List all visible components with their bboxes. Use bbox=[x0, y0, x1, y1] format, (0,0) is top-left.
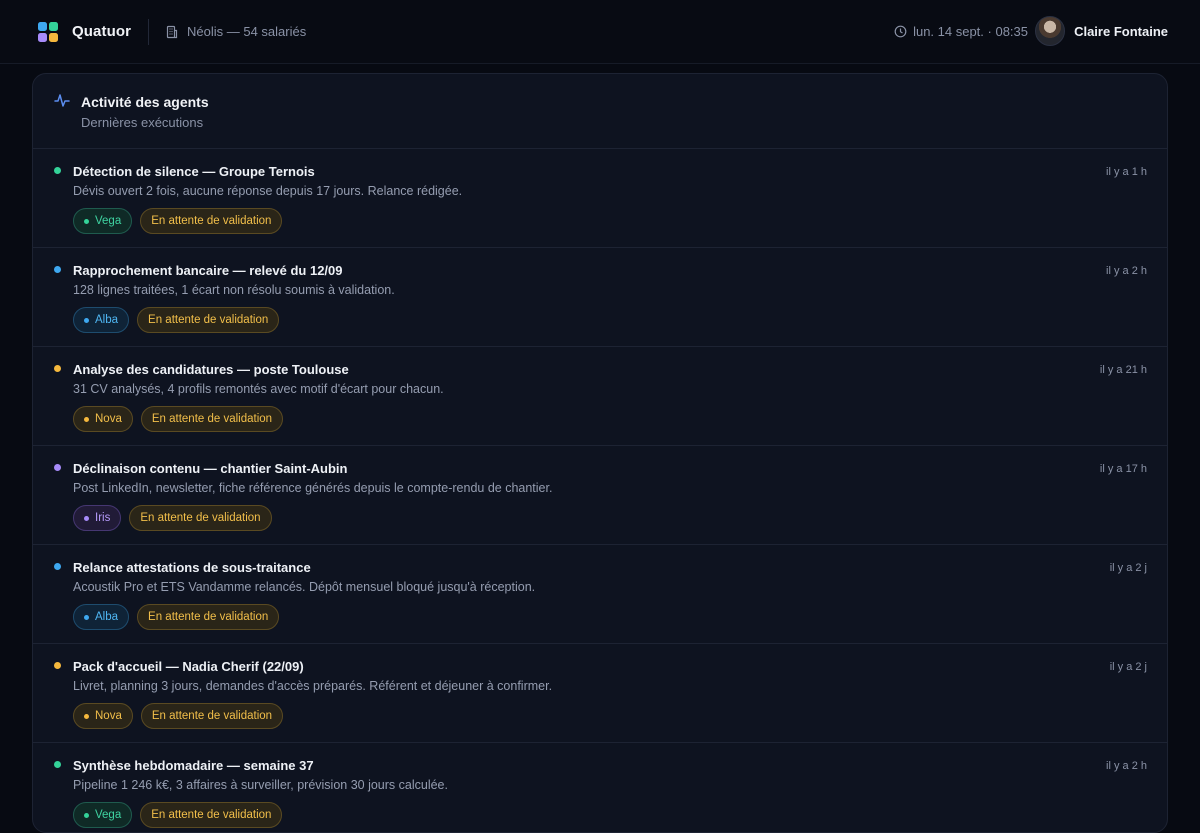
user-name: Claire Fontaine bbox=[1074, 23, 1168, 39]
status-badge-label: En attente de validation bbox=[151, 710, 273, 722]
activity-time: il y a 2 j bbox=[1109, 562, 1147, 574]
activity-row[interactable]: Synthèse hebdomadaire — semaine 37 Pipel… bbox=[33, 743, 1167, 832]
status-badge-label: En attente de validation bbox=[148, 611, 269, 623]
company-label: Néolis — 54 salariés bbox=[187, 24, 307, 39]
agent-color-dot bbox=[54, 167, 61, 174]
panel-title: Activité des agents bbox=[81, 94, 209, 110]
clock-icon bbox=[894, 25, 907, 38]
activity-description: Dévis ouvert 2 fois, aucune réponse depu… bbox=[73, 184, 463, 198]
brand-name[interactable]: Quatuor bbox=[72, 23, 131, 40]
activity-time: il y a 17 h bbox=[1099, 463, 1147, 475]
activity-row[interactable]: Détection de silence — Groupe Ternois Dé… bbox=[33, 149, 1167, 248]
agent-color-dot bbox=[54, 464, 61, 471]
datetime-label: lun. 14 sept. · 08:35 bbox=[913, 24, 1028, 39]
activity-title[interactable]: Pack d'accueil — Nadia Cherif (22/09) bbox=[73, 659, 304, 674]
activity-description: Livret, planning 3 jours, demandes d'acc… bbox=[73, 679, 553, 693]
activity-title[interactable]: Rapprochement bancaire — relevé du 12/09 bbox=[73, 263, 343, 278]
agent-badge-dot bbox=[84, 515, 89, 521]
agent-badge-dot bbox=[84, 218, 89, 224]
activity-tags: Iris En attente de validation bbox=[73, 505, 272, 531]
activity-time: il y a 2 j bbox=[1109, 661, 1147, 673]
activity-time: il y a 21 h bbox=[1099, 364, 1147, 376]
status-badge[interactable]: En attente de validation bbox=[140, 406, 284, 432]
agent-badge-dot bbox=[84, 614, 89, 620]
agent-color-dot bbox=[54, 761, 61, 768]
company-selector[interactable]: Néolis — 54 salariés bbox=[165, 24, 306, 39]
activity-tags: Vega En attente de validation bbox=[73, 208, 283, 234]
status-badge-label: En attente de validation bbox=[151, 413, 273, 425]
activity-title[interactable]: Relance attestations de sous-traitance bbox=[73, 560, 311, 575]
agent-activity-panel: Activité des agents Dernières exécutions… bbox=[32, 73, 1168, 833]
activity-description: Post LinkedIn, newsletter, fiche référen… bbox=[73, 481, 553, 495]
agent-badge-dot bbox=[84, 713, 89, 719]
activity-row[interactable]: Rapprochement bancaire — relevé du 12/09… bbox=[33, 248, 1167, 347]
activity-time: il y a 1 h bbox=[1106, 166, 1147, 178]
status-badge-label: En attente de validation bbox=[140, 512, 261, 524]
agent-color-dot bbox=[54, 563, 61, 570]
agent-badge-label: Alba bbox=[95, 611, 119, 623]
status-badge[interactable]: En attente de validation bbox=[129, 505, 272, 531]
status-badge[interactable]: En attente de validation bbox=[137, 604, 280, 630]
activity-row[interactable]: Pack d'accueil — Nadia Cherif (22/09) Li… bbox=[33, 644, 1167, 743]
status-badge-label: En attente de validation bbox=[151, 215, 272, 227]
activity-description: 31 CV analysés, 4 profils remontés avec … bbox=[73, 382, 444, 396]
agent-badge-label: Iris bbox=[95, 512, 111, 524]
agent-color-dot bbox=[54, 662, 61, 669]
activity-row[interactable]: Relance attestations de sous-traitance A… bbox=[33, 545, 1167, 644]
agent-badge[interactable]: Nova bbox=[73, 406, 133, 432]
user-menu[interactable]: Claire Fontaine bbox=[1035, 16, 1168, 46]
activity-time: il y a 2 h bbox=[1106, 760, 1147, 772]
activity-description: 128 lignes traitées, 1 écart non résolu … bbox=[73, 283, 395, 297]
avatar[interactable] bbox=[1035, 16, 1066, 46]
activity-description: Pipeline 1 246 k€, 3 affaires à surveill… bbox=[73, 778, 448, 792]
agent-badge-label: Nova bbox=[95, 413, 122, 425]
status-badge-label: En attente de validation bbox=[151, 809, 272, 821]
panel-header: Activité des agents Dernières exécutions bbox=[33, 74, 1167, 149]
activity-tags: Alba En attente de validation bbox=[73, 604, 280, 630]
activity-description: Acoustik Pro et ETS Vandamme relancés. D… bbox=[73, 580, 536, 594]
activity-tags: Nova En attente de validation bbox=[73, 703, 284, 729]
activity-tags: Vega En attente de validation bbox=[73, 802, 283, 828]
top-bar: Quatuor Néolis — 54 salariés lun. 14 sep… bbox=[0, 0, 1200, 64]
status-badge[interactable]: En attente de validation bbox=[140, 802, 283, 828]
agent-badge-dot bbox=[84, 416, 89, 422]
activity-row[interactable]: Analyse des candidatures — poste Toulous… bbox=[33, 347, 1167, 446]
activity-title[interactable]: Détection de silence — Groupe Ternois bbox=[73, 164, 315, 179]
building-icon bbox=[166, 25, 178, 38]
header-divider bbox=[148, 19, 149, 45]
activity-title[interactable]: Déclinaison contenu — chantier Saint-Aub… bbox=[73, 461, 347, 476]
activity-list: Détection de silence — Groupe Ternois Dé… bbox=[33, 149, 1167, 832]
status-badge-label: En attente de validation bbox=[148, 314, 269, 326]
quatuor-logo-icon[interactable] bbox=[38, 22, 58, 42]
agent-badge[interactable]: Alba bbox=[73, 604, 130, 630]
agent-badge[interactable]: Iris bbox=[73, 505, 122, 531]
status-badge[interactable]: En attente de validation bbox=[140, 208, 283, 234]
panel-subtitle: Dernières exécutions bbox=[81, 115, 204, 130]
activity-pulse-icon bbox=[54, 94, 70, 107]
activity-title[interactable]: Synthèse hebdomadaire — semaine 37 bbox=[73, 758, 314, 773]
status-badge[interactable]: En attente de validation bbox=[137, 307, 280, 333]
agent-badge[interactable]: Vega bbox=[73, 802, 133, 828]
current-datetime: lun. 14 sept. · 08:35 bbox=[894, 24, 1028, 39]
agent-color-dot bbox=[54, 365, 61, 372]
activity-tags: Alba En attente de validation bbox=[73, 307, 280, 333]
agent-badge[interactable]: Nova bbox=[73, 703, 133, 729]
agent-badge-label: Vega bbox=[95, 809, 122, 821]
agent-badge-label: Nova bbox=[95, 710, 122, 722]
agent-badge[interactable]: Vega bbox=[73, 208, 133, 234]
agent-badge-label: Alba bbox=[95, 314, 119, 326]
agent-badge-label: Vega bbox=[95, 215, 122, 227]
activity-tags: Nova En attente de validation bbox=[73, 406, 284, 432]
agent-color-dot bbox=[54, 266, 61, 273]
agent-badge-dot bbox=[84, 812, 89, 818]
agent-badge[interactable]: Alba bbox=[73, 307, 130, 333]
activity-title[interactable]: Analyse des candidatures — poste Toulous… bbox=[73, 362, 349, 377]
status-badge[interactable]: En attente de validation bbox=[140, 703, 284, 729]
agent-badge-dot bbox=[84, 317, 89, 323]
activity-row[interactable]: Déclinaison contenu — chantier Saint-Aub… bbox=[33, 446, 1167, 545]
activity-time: il y a 2 h bbox=[1106, 265, 1147, 277]
